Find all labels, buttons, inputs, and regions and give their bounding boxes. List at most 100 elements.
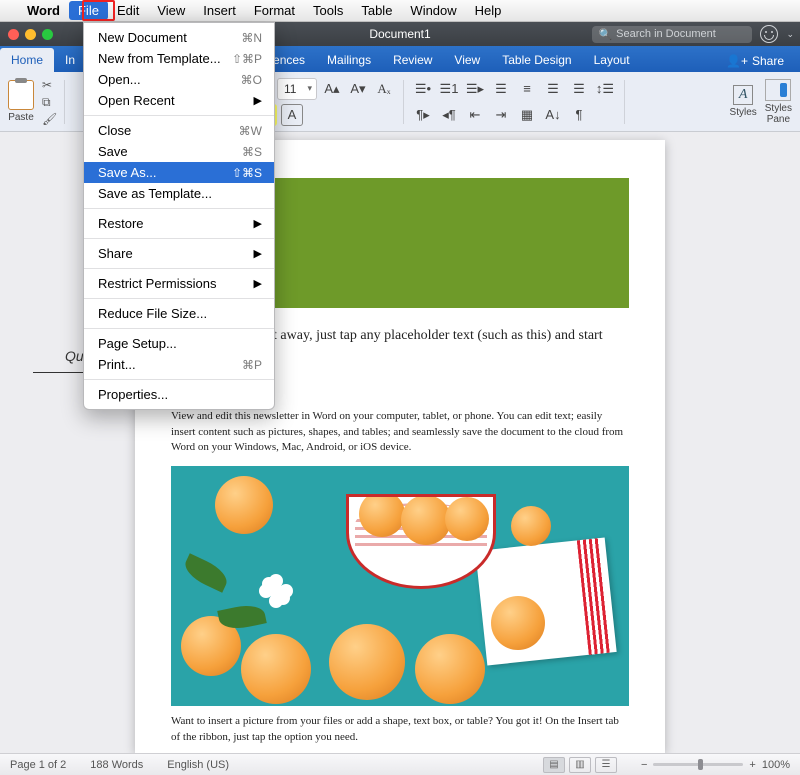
tab-table-design[interactable]: Table Design [491,48,582,72]
tab-view[interactable]: View [443,48,491,72]
menu-item-close[interactable]: Close⌘W [84,120,274,141]
feedback-icon[interactable] [760,25,778,43]
status-language[interactable]: English (US) [167,759,229,771]
zoom-window-icon[interactable] [42,29,53,40]
outline-view-icon[interactable]: ☰ [595,757,617,773]
grow-font-icon[interactable]: A▴ [321,78,343,100]
submenu-arrow-icon: ▶ [254,94,262,107]
inc-indent-icon[interactable]: ⇥ [490,104,512,126]
zoom-slider[interactable] [653,763,743,766]
traffic-lights[interactable] [8,29,53,40]
separator [403,80,404,124]
menu-view[interactable]: View [148,1,194,20]
font-size-combo[interactable]: 11 [277,78,317,100]
share-icon: 👤+ [726,54,748,68]
zoom-value[interactable]: 100% [762,759,790,771]
tab-mailings[interactable]: Mailings [316,48,382,72]
chevron-down-icon[interactable]: ⌄ [786,29,794,40]
menu-item-page-setup[interactable]: Page Setup... [84,333,274,354]
menu-item-save[interactable]: Save⌘S [84,141,274,162]
zoom-in-icon[interactable]: + [749,759,755,771]
rtl-icon[interactable]: ◂¶ [438,104,460,126]
justify-icon[interactable]: ☰ [568,78,590,100]
menu-item-print[interactable]: Print...⌘P [84,354,274,375]
menu-item-save-as-template[interactable]: Save as Template... [84,183,274,204]
menu-file[interactable]: File [69,1,108,20]
shortcut-label: ⇧⌘P [232,52,262,66]
document-title: Document1 [369,27,430,41]
line-spacing-icon[interactable]: ↕☰ [594,78,616,100]
shortcut-label: ⌘P [242,358,262,372]
shrink-font-icon[interactable]: A▾ [347,78,369,100]
tab-insert[interactable]: In [54,48,76,72]
bullets-icon[interactable]: ☰• [412,78,434,100]
ltr-icon[interactable]: ¶▸ [412,104,434,126]
close-window-icon[interactable] [8,29,19,40]
copy-icon[interactable]: ⧉ [42,95,56,109]
numbering-icon[interactable]: ☰1 [438,78,460,100]
web-layout-view-icon[interactable]: ▥ [569,757,591,773]
sort-icon[interactable]: A↓ [542,104,564,126]
share-button[interactable]: 👤+Share [718,50,792,72]
menu-help[interactable]: Help [466,1,511,20]
app-menu[interactable]: Word [18,1,69,20]
styles-pane-icon [765,79,791,101]
peach-graphic [359,494,405,537]
menu-item-reduce-file-size[interactable]: Reduce File Size... [84,303,274,324]
tab-review[interactable]: Review [382,48,443,72]
char-border-button[interactable]: A [281,104,303,126]
menu-item-save-as[interactable]: Save As... ⇧⌘S [84,162,274,183]
peach-graphic [401,495,451,545]
minimize-window-icon[interactable] [25,29,36,40]
menu-item-label: Save [98,144,128,159]
paste-group[interactable]: Paste [8,80,34,123]
multilevel-icon[interactable]: ☰▸ [464,78,486,100]
menu-item-new-document[interactable]: New Document⌘N [84,27,274,48]
format-painter-icon[interactable]: 🖌 [42,112,56,126]
paragraph-2[interactable]: Want to insert a picture from your files… [171,714,629,746]
submenu-arrow-icon: ▶ [254,247,262,260]
file-menu-dropdown: New Document⌘NNew from Template...⇧⌘POpe… [83,22,275,410]
menu-table[interactable]: Table [352,1,401,20]
menu-item-share[interactable]: Share▶ [84,243,274,264]
leaf-graphic [181,554,232,593]
align-right-icon[interactable]: ☰ [542,78,564,100]
print-layout-view-icon[interactable]: ▤ [543,757,565,773]
cut-icon[interactable]: ✂ [42,78,56,92]
menu-item-open[interactable]: Open...⌘O [84,69,274,90]
menu-item-restore[interactable]: Restore▶ [84,213,274,234]
menu-item-label: Open Recent [98,93,175,108]
align-center-icon[interactable]: ≡ [516,78,538,100]
content-image[interactable] [171,466,629,706]
menu-item-properties[interactable]: Properties... [84,384,274,405]
menu-item-restrict-permissions[interactable]: Restrict Permissions▶ [84,273,274,294]
status-page[interactable]: Page 1 of 2 [10,759,66,771]
menu-item-label: Restrict Permissions [98,276,216,291]
menu-format[interactable]: Format [245,1,304,20]
styles-pane-button[interactable]: Styles Pane [765,79,792,125]
dec-indent-icon[interactable]: ⇤ [464,104,486,126]
status-words[interactable]: 188 Words [90,759,143,771]
tab-layout[interactable]: Layout [583,48,641,72]
menu-item-open-recent[interactable]: Open Recent ▶ [84,90,274,111]
menu-item-label: Save As... [98,165,157,180]
menu-item-label: Close [98,123,131,138]
menu-item-label: Open... [98,72,141,87]
shortcut-label: ⇧⌘S [232,166,262,180]
styles-button[interactable]: A Styles [730,85,757,118]
menu-window[interactable]: Window [401,1,465,20]
clear-format-icon[interactable]: Aₓ [373,78,395,100]
menu-insert[interactable]: Insert [194,1,245,20]
tab-home[interactable]: Home [0,48,54,72]
align-left-icon[interactable]: ☰ [490,78,512,100]
menu-item-new-from-template[interactable]: New from Template...⇧⌘P [84,48,274,69]
paragraph-1[interactable]: View and edit this newsletter in Word on… [171,409,629,457]
peach-graphic [241,634,311,704]
menu-tools[interactable]: Tools [304,1,352,20]
borders-icon[interactable]: ▦ [516,104,538,126]
zoom-out-icon[interactable]: − [641,759,647,771]
menu-edit[interactable]: Edit [108,1,148,20]
search-input[interactable]: 🔍 Search in Document [592,26,752,43]
zoom-control[interactable]: − + 100% [641,759,790,771]
show-marks-icon[interactable]: ¶ [568,104,590,126]
